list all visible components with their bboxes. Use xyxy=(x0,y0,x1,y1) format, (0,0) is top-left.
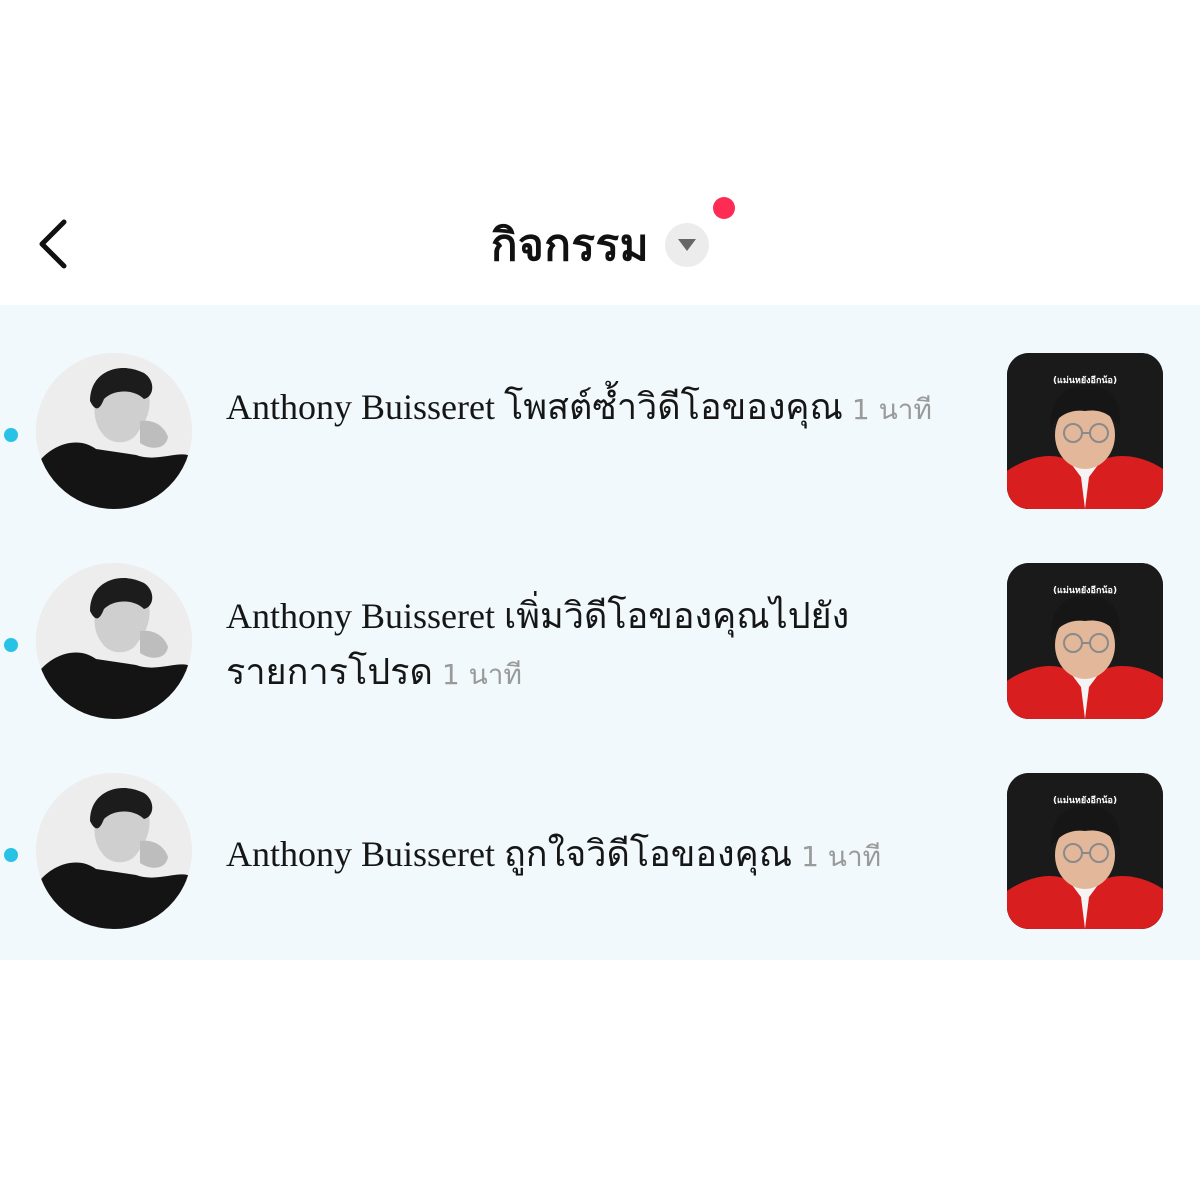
activity-row[interactable]: Anthony Buisseret โพสต์ซ้ำวิดีโอของคุณ 1… xyxy=(0,350,1200,520)
activity-time: 1 นาที xyxy=(801,840,882,873)
avatar[interactable] xyxy=(36,563,192,719)
video-thumbnail[interactable]: (แม่นหยังอีกน้อ) xyxy=(1007,353,1163,509)
activity-filter-dropdown[interactable] xyxy=(665,223,710,267)
activity-row[interactable]: Anthony Buisseret ถูกใจวิดีโอของคุณ 1 นา… xyxy=(0,770,1200,940)
user-name[interactable]: Anthony Buisseret xyxy=(226,596,495,636)
unread-dot xyxy=(4,848,18,862)
activity-list: Anthony Buisseret โพสต์ซ้ำวิดีโอของคุณ 1… xyxy=(0,305,1200,960)
avatar-photo xyxy=(36,353,192,509)
activity-text: Anthony Buisseret โพสต์ซ้ำวิดีโอของคุณ 1… xyxy=(226,379,966,438)
activity-text: Anthony Buisseret เพิ่มวิดีโอของคุณไปยัง… xyxy=(226,588,966,703)
video-thumbnail[interactable]: (แม่นหยังอีกน้อ) xyxy=(1007,773,1163,929)
caret-down-icon xyxy=(678,239,697,251)
thumbnail-caption: (แม่นหยังอีกน้อ) xyxy=(1052,586,1118,596)
unread-dot xyxy=(4,638,18,652)
activity-time: 1 นาที xyxy=(441,658,522,691)
top-bar: กิจกรรม xyxy=(0,180,1200,300)
activity-action: ถูกใจวิดีโอของคุณ xyxy=(503,834,793,874)
activity-action: โพสต์ซ้ำวิดีโอของคุณ xyxy=(503,387,843,427)
activity-row[interactable]: Anthony Buisseret เพิ่มวิดีโอของคุณไปยัง… xyxy=(0,560,1200,730)
notification-dot xyxy=(713,197,735,219)
user-name[interactable]: Anthony Buisseret xyxy=(226,834,495,874)
thumbnail-caption: (แม่นหยังอีกน้อ) xyxy=(1052,796,1118,806)
avatar[interactable] xyxy=(36,773,192,929)
user-name[interactable]: Anthony Buisseret xyxy=(226,387,495,427)
video-thumbnail[interactable]: (แม่นหยังอีกน้อ) xyxy=(1007,563,1163,719)
avatar-photo xyxy=(36,563,192,719)
page-title: กิจกรรม xyxy=(490,220,650,271)
activity-time: 1 นาที xyxy=(851,393,932,426)
avatar[interactable] xyxy=(36,353,192,509)
title-wrap: กิจกรรม xyxy=(0,210,1200,280)
activity-text: Anthony Buisseret ถูกใจวิดีโอของคุณ 1 นา… xyxy=(226,826,966,885)
thumbnail-caption: (แม่นหยังอีกน้อ) xyxy=(1052,376,1118,386)
unread-dot xyxy=(4,428,18,442)
avatar-photo xyxy=(36,773,192,929)
